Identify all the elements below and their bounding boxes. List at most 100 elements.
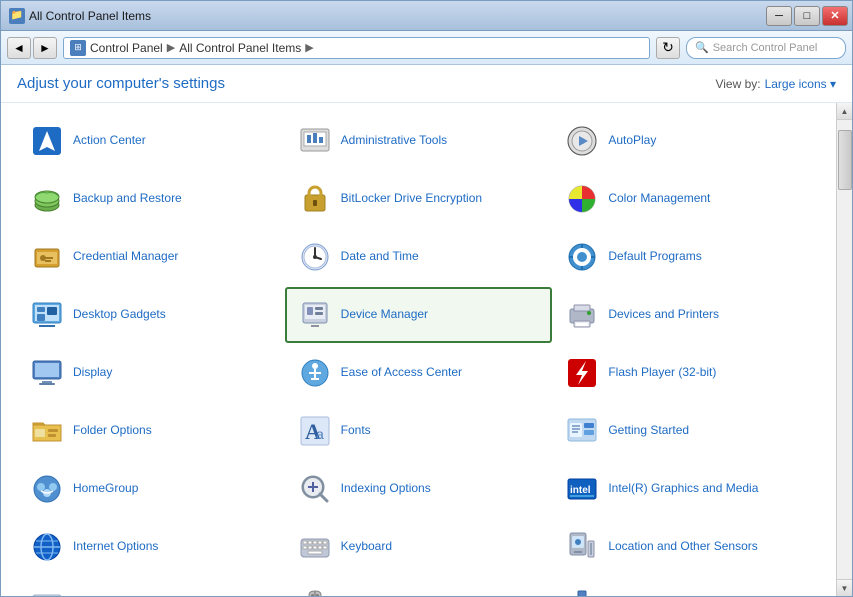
mail-icon [29,587,65,596]
scroll-thumb[interactable] [838,130,852,190]
address-path[interactable]: ⊞ Control Panel ▶ All Control Panel Item… [63,37,650,59]
list-item[interactable]: Network and Sharing Center [552,577,820,596]
list-item[interactable]: AutoPlay [552,113,820,169]
path-sep-1: ▶ [167,41,175,54]
internet-options-icon [29,529,65,565]
getting-started-icon [564,413,600,449]
title-bar-left: 📁 All Control Panel Items [9,8,151,24]
list-item[interactable]: Folder Options [17,403,285,459]
forward-button[interactable]: ► [33,37,57,59]
path-sep-2: ▶ [305,41,313,54]
list-item[interactable]: Date and Time [285,229,553,285]
items-grid: Action Center Administrative Tools [17,113,820,596]
list-item[interactable]: Credential Manager [17,229,285,285]
svg-text:intel: intel [570,485,591,496]
desktop-gadgets-label: Desktop Gadgets [73,307,166,323]
ease-of-access-icon [297,355,333,391]
path-icon: ⊞ [70,40,86,56]
autoplay-icon [564,123,600,159]
close-button[interactable]: ✕ [822,6,848,26]
view-by-control: View by: Large icons ▾ [715,77,836,91]
list-item[interactable]: Location and Other Sensors [552,519,820,575]
scrollbar: ▲ ▼ [836,103,852,596]
content-wrapper: Action Center Administrative Tools [1,103,852,596]
location-sensors-label: Location and Other Sensors [608,539,757,555]
list-item[interactable]: Ease of Access Center [285,345,553,401]
network-sharing-icon [564,587,600,596]
display-icon [29,355,65,391]
date-time-label: Date and Time [341,249,419,265]
list-item[interactable]: Keyboard [285,519,553,575]
homegroup-label: HomeGroup [73,481,138,497]
path-text: Control Panel [90,41,163,55]
indexing-options-label: Indexing Options [341,481,431,497]
autoplay-label: AutoPlay [608,133,656,149]
date-time-icon [297,239,333,275]
control-panel-window: 📁 All Control Panel Items ─ □ ✕ ◄ ► ⊞ Co… [0,0,853,597]
backup-restore-icon [29,181,65,217]
list-item[interactable]: Device Manager [285,287,553,343]
search-placeholder: Search Control Panel [713,42,818,54]
devices-printers-icon [564,297,600,333]
path-text-2: All Control Panel Items [179,41,301,55]
fonts-label: Fonts [341,423,371,439]
list-item[interactable]: BitLocker Drive Encryption [285,171,553,227]
folder-options-icon [29,413,65,449]
list-item[interactable]: Aa Fonts [285,403,553,459]
bitlocker-icon [297,181,333,217]
window-icon: 📁 [9,8,25,24]
scroll-down-button[interactable]: ▼ [837,579,853,596]
list-item[interactable]: HomeGroup [17,461,285,517]
list-item[interactable]: Desktop Gadgets [17,287,285,343]
nav-buttons: ◄ ► [7,37,57,59]
list-item[interactable]: Mouse [285,577,553,596]
header-bar: Adjust your computer's settings View by:… [1,65,852,103]
list-item[interactable]: Devices and Printers [552,287,820,343]
backup-restore-label: Backup and Restore [73,191,182,207]
indexing-options-icon [297,471,333,507]
search-box[interactable]: 🔍 Search Control Panel [686,37,846,59]
admin-tools-label: Administrative Tools [341,133,448,149]
scroll-up-button[interactable]: ▲ [837,103,853,120]
maximize-button[interactable]: □ [794,6,820,26]
credential-mgr-label: Credential Manager [73,249,178,265]
desktop-gadgets-icon [29,297,65,333]
intel-graphics-icon: intel [564,471,600,507]
back-button[interactable]: ◄ [7,37,31,59]
keyboard-label: Keyboard [341,539,392,555]
view-by-label: View by: [715,77,760,91]
list-item[interactable]: Color Management [552,171,820,227]
list-item[interactable]: intel Intel(R) Graphics and Media [552,461,820,517]
list-item[interactable]: Internet Options [17,519,285,575]
list-item[interactable]: Administrative Tools [285,113,553,169]
list-item[interactable]: Getting Started [552,403,820,459]
svg-text:a: a [316,426,324,442]
flash-player-icon [564,355,600,391]
title-bar: 📁 All Control Panel Items ─ □ ✕ [1,1,852,31]
list-item[interactable]: Indexing Options [285,461,553,517]
window-controls: ─ □ ✕ [766,6,848,26]
list-item[interactable]: Action Center [17,113,285,169]
location-sensors-icon [564,529,600,565]
getting-started-label: Getting Started [608,423,689,439]
device-manager-label: Device Manager [341,307,428,323]
list-item[interactable]: Default Programs [552,229,820,285]
scroll-track [837,120,852,579]
folder-options-label: Folder Options [73,423,152,439]
refresh-button[interactable]: ↻ [656,37,680,59]
minimize-button[interactable]: ─ [766,6,792,26]
device-manager-icon [297,297,333,333]
flash-player-label: Flash Player (32-bit) [608,365,716,381]
action-center-icon [29,123,65,159]
view-by-value[interactable]: Large icons ▾ [765,77,836,91]
bitlocker-label: BitLocker Drive Encryption [341,191,482,207]
list-item[interactable]: Mail (32-bit) [17,577,285,596]
list-item[interactable]: Flash Player (32-bit) [552,345,820,401]
title-bar-text: All Control Panel Items [29,9,151,23]
intel-graphics-label: Intel(R) Graphics and Media [608,481,758,497]
keyboard-icon [297,529,333,565]
list-item[interactable]: Backup and Restore [17,171,285,227]
default-programs-label: Default Programs [608,249,701,265]
list-item[interactable]: Display [17,345,285,401]
address-bar: ◄ ► ⊞ Control Panel ▶ All Control Panel … [1,31,852,65]
